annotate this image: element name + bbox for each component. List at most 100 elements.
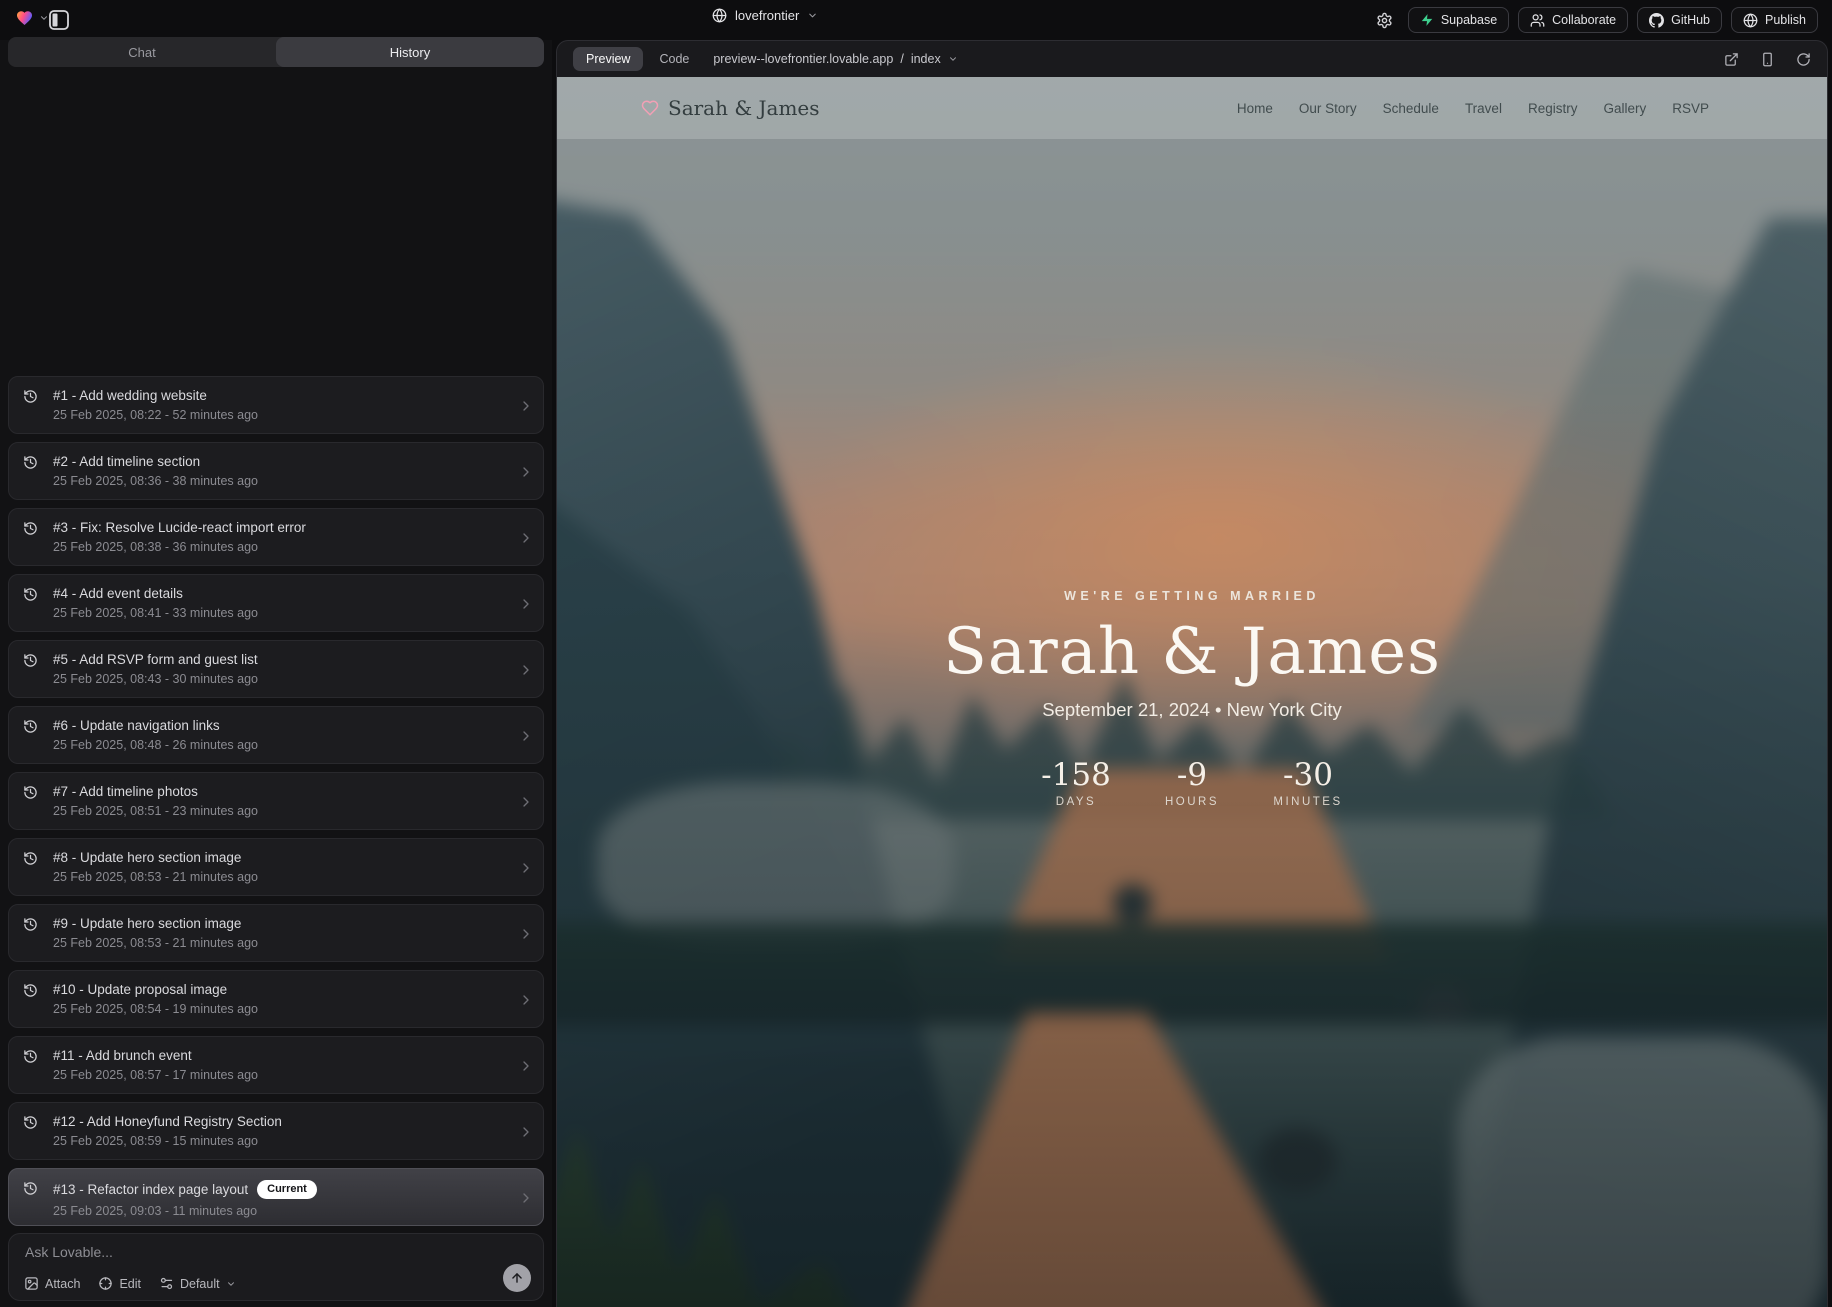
site-nav-link[interactable]: Registry — [1528, 101, 1578, 116]
refresh-button[interactable] — [1796, 52, 1811, 67]
countdown: -158 DAYS -9 HOURS -30 MINUTES — [557, 757, 1827, 808]
history-item-title-row: #9 - Update hero section image — [53, 916, 509, 931]
open-external-button[interactable] — [1724, 52, 1739, 67]
history-list-item[interactable]: #13 - Refactor index page layout Current… — [8, 1168, 544, 1226]
history-item-title-row: #2 - Add timeline section — [53, 454, 509, 469]
chevron-right-icon[interactable] — [518, 662, 534, 678]
tab-chat[interactable]: Chat — [8, 37, 276, 67]
site-nav-link[interactable]: Schedule — [1383, 101, 1439, 116]
crosshair-edit-icon — [98, 1276, 113, 1291]
site-nav-link[interactable]: Travel — [1465, 101, 1502, 116]
history-item-timestamp: 25 Feb 2025, 08:22 - 52 minutes ago — [53, 408, 509, 422]
history-list-item[interactable]: #11 - Add brunch event 25 Feb 2025, 08:5… — [8, 1036, 544, 1094]
attach-button[interactable]: Attach — [24, 1276, 80, 1291]
chevron-right-icon[interactable] — [518, 1058, 534, 1074]
history-item-title: #12 - Add Honeyfund Registry Section — [53, 1114, 282, 1129]
countdown-label: HOURS — [1157, 796, 1227, 808]
ask-lovable-input[interactable] — [25, 1244, 495, 1260]
hero-date-location: September 21, 2024 • New York City — [557, 699, 1827, 721]
history-list: #1 - Add wedding website 25 Feb 2025, 08… — [8, 376, 544, 1226]
supabase-label: Supabase — [1441, 13, 1497, 27]
history-clock-icon — [23, 389, 38, 404]
chevron-down-icon — [226, 1279, 236, 1289]
history-item-title-row: #12 - Add Honeyfund Registry Section — [53, 1114, 509, 1129]
site-nav-link[interactable]: RSVP — [1672, 101, 1709, 116]
github-label: GitHub — [1671, 13, 1710, 27]
publish-button[interactable]: Publish — [1731, 7, 1818, 33]
history-list-item[interactable]: #3 - Fix: Resolve Lucide-react import er… — [8, 508, 544, 566]
chevron-down-icon — [807, 10, 818, 21]
history-item-title-row: #7 - Add timeline photos — [53, 784, 509, 799]
chevron-right-icon[interactable] — [518, 794, 534, 810]
history-item-title: #8 - Update hero section image — [53, 850, 241, 865]
history-item-title: #11 - Add brunch event — [53, 1048, 192, 1063]
history-list-item[interactable]: #2 - Add timeline section 25 Feb 2025, 0… — [8, 442, 544, 500]
site-nav-link[interactable]: Home — [1237, 101, 1273, 116]
chevron-right-icon[interactable] — [518, 992, 534, 1008]
history-list-item[interactable]: #5 - Add RSVP form and guest list 25 Feb… — [8, 640, 544, 698]
chevron-right-icon[interactable] — [518, 728, 534, 744]
history-list-item[interactable]: #1 - Add wedding website 25 Feb 2025, 08… — [8, 376, 544, 434]
chevron-right-icon[interactable] — [518, 398, 534, 414]
preview-panel: Preview Code preview--lovefrontier.lovab… — [556, 40, 1828, 1307]
chat-history-sidebar: Chat History #1 - Add wedding website 25… — [0, 40, 552, 1307]
preview-tools — [1724, 52, 1811, 67]
edit-button[interactable]: Edit — [98, 1276, 141, 1291]
project-selector[interactable]: lovefrontier — [712, 8, 818, 23]
github-button[interactable]: GitHub — [1637, 7, 1722, 33]
chevron-right-icon[interactable] — [518, 860, 534, 876]
site-brand[interactable]: Sarah & James — [641, 96, 820, 120]
chevron-right-icon[interactable] — [518, 926, 534, 942]
countdown-column: -30 MINUTES — [1273, 757, 1343, 808]
attach-label: Attach — [45, 1277, 80, 1291]
chevron-right-icon[interactable] — [518, 1124, 534, 1140]
countdown-column: -9 HOURS — [1157, 757, 1227, 808]
tab-code[interactable]: Code — [659, 52, 689, 66]
tab-preview[interactable]: Preview — [573, 47, 643, 71]
countdown-label: DAYS — [1041, 796, 1111, 808]
history-item-title: #7 - Add timeline photos — [53, 784, 198, 799]
history-list-item[interactable]: #10 - Update proposal image 25 Feb 2025,… — [8, 970, 544, 1028]
history-list-item[interactable]: #9 - Update hero section image 25 Feb 20… — [8, 904, 544, 962]
chevron-right-icon[interactable] — [518, 1190, 534, 1206]
chevron-down-icon — [948, 54, 958, 64]
history-item-title-row: #4 - Add event details — [53, 586, 509, 601]
supabase-button[interactable]: Supabase — [1408, 7, 1509, 33]
site-header: Sarah & James Home Our Story Schedule Trave… — [557, 77, 1827, 139]
site-nav-link[interactable]: Gallery — [1603, 101, 1646, 116]
send-button[interactable] — [503, 1264, 531, 1292]
mode-label: Default — [180, 1277, 220, 1291]
history-clock-icon — [23, 521, 38, 536]
history-list-item[interactable]: #6 - Update navigation links 25 Feb 2025… — [8, 706, 544, 764]
chevron-right-icon[interactable] — [518, 464, 534, 480]
mode-selector[interactable]: Default — [159, 1276, 236, 1291]
chevron-right-icon[interactable] — [518, 596, 534, 612]
mobile-view-button[interactable] — [1760, 52, 1775, 67]
lovable-heart-icon — [15, 9, 34, 27]
preview-url[interactable]: preview--lovefrontier.lovable.app / inde… — [713, 52, 957, 66]
app-top-bar: lovefrontier Supabase Collaborate GitHub — [0, 0, 1832, 40]
users-icon — [1530, 13, 1545, 28]
tab-history[interactable]: History — [276, 37, 544, 67]
lovable-logo-menu[interactable] — [15, 9, 49, 27]
hero-title: Sarah & James — [557, 617, 1827, 687]
project-name: lovefrontier — [735, 8, 799, 23]
history-item-timestamp: 25 Feb 2025, 08:41 - 33 minutes ago — [53, 606, 509, 620]
history-list-item[interactable]: #4 - Add event details 25 Feb 2025, 08:4… — [8, 574, 544, 632]
history-item-title: #13 - Refactor index page layout — [53, 1182, 248, 1197]
site-nav-link[interactable]: Our Story — [1299, 101, 1357, 116]
preview-toolbar: Preview Code preview--lovefrontier.lovab… — [557, 41, 1827, 77]
history-list-item[interactable]: #12 - Add Honeyfund Registry Section 25 … — [8, 1102, 544, 1160]
history-list-item[interactable]: #8 - Update hero section image 25 Feb 20… — [8, 838, 544, 896]
history-item-title: #4 - Add event details — [53, 586, 183, 601]
chevron-right-icon[interactable] — [518, 530, 534, 546]
settings-gear-button[interactable] — [1370, 8, 1399, 33]
history-item-title-row: #8 - Update hero section image — [53, 850, 509, 865]
sidebar-toggle-button[interactable] — [47, 8, 71, 32]
history-list-item[interactable]: #7 - Add timeline photos 25 Feb 2025, 08… — [8, 772, 544, 830]
collaborate-button[interactable]: Collaborate — [1518, 7, 1628, 33]
top-bar-actions: Supabase Collaborate GitHub Publish — [1370, 7, 1818, 33]
supabase-bolt-icon — [1420, 13, 1434, 27]
history-clock-icon — [23, 653, 38, 668]
history-item-timestamp: 25 Feb 2025, 08:36 - 38 minutes ago — [53, 474, 509, 488]
